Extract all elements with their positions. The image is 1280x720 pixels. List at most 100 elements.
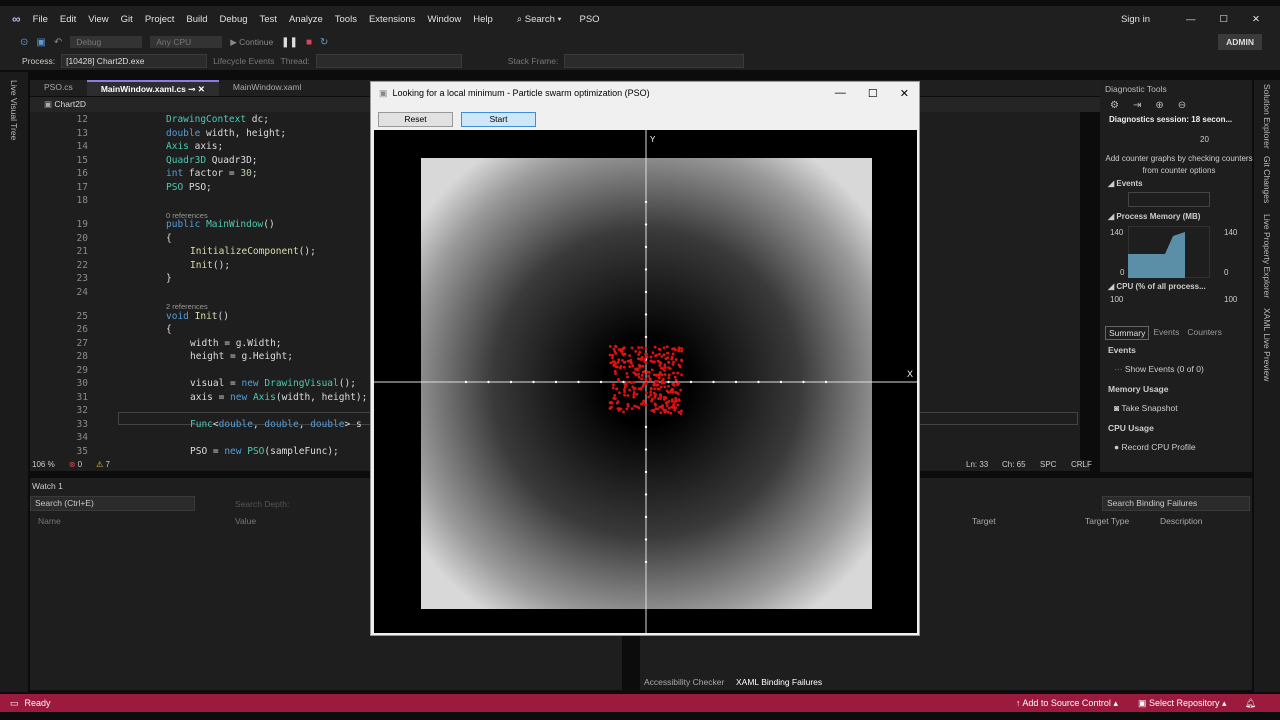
menu-view[interactable]: View (88, 14, 108, 25)
menu-window[interactable]: Window (427, 14, 461, 25)
platform-dropdown[interactable]: Any CPU (150, 36, 223, 48)
mem-max-right: 140 (1224, 228, 1238, 237)
show-events-link[interactable]: ⋯ Show Events (0 of 0) (1114, 364, 1204, 375)
line-ending[interactable]: CRLF (1071, 460, 1092, 469)
particle (659, 394, 662, 398)
tab-mainwindow-xaml[interactable]: MainWindow.xaml (219, 80, 316, 96)
events-section[interactable]: ◢ Events (1108, 179, 1143, 188)
stop-icon[interactable]: ■ (306, 37, 312, 48)
live-visual-tree-tab[interactable]: Live Visual Tree (9, 80, 19, 140)
code-token: double (218, 418, 253, 430)
close-button[interactable]: ✕ (1252, 14, 1260, 25)
particle (680, 347, 684, 350)
particle (653, 402, 657, 406)
git-changes-tab[interactable]: Git Changes (1262, 156, 1272, 203)
tab-events[interactable]: Events (1149, 326, 1183, 340)
tab-accessibility-checker[interactable]: Accessibility Checker (644, 677, 724, 687)
restart-icon[interactable]: ↻ (320, 37, 328, 48)
x-tick (802, 380, 805, 384)
particle (649, 355, 653, 359)
y-tick (644, 335, 648, 339)
column-number[interactable]: Ch: 65 (1002, 460, 1026, 469)
cpu-label: CPU (% of all process... (1116, 282, 1206, 291)
search-label: Search (524, 13, 555, 25)
menu-file[interactable]: File (33, 14, 48, 25)
pause-icon[interactable]: ❚❚ (281, 37, 298, 48)
col-description: Description (1160, 516, 1203, 526)
menu-debug[interactable]: Debug (220, 14, 248, 25)
pso-maximize-button[interactable]: ☐ (868, 87, 878, 100)
tab-summary[interactable]: Summary (1105, 326, 1150, 340)
config-dropdown[interactable]: Debug (70, 36, 143, 48)
close-tab-icon[interactable]: ✕ (198, 84, 205, 94)
menu-project[interactable]: Project (145, 14, 175, 25)
menu-test[interactable]: Test (260, 14, 277, 25)
particle (642, 370, 646, 373)
line-number[interactable]: Ln: 33 (966, 460, 988, 469)
particle (662, 353, 666, 357)
code-token: } (166, 273, 172, 284)
menu-analyze[interactable]: Analyze (289, 14, 323, 25)
back-icon[interactable]: ⊙ (20, 37, 28, 48)
particle (649, 390, 653, 394)
zoom-level[interactable]: 106 % (32, 460, 55, 471)
menu-build[interactable]: Build (186, 14, 207, 25)
particle (650, 409, 654, 413)
whitespace-mode[interactable]: SPC (1040, 460, 1056, 469)
minimize-button[interactable]: — (1186, 14, 1196, 25)
code-text: void Init() (166, 311, 229, 322)
errors-count[interactable]: ⊗ 0 (69, 460, 82, 471)
record-cpu-button[interactable]: ● Record CPU Profile (1114, 442, 1196, 452)
tab-mainwindow-xaml-cs[interactable]: MainWindow.xaml.cs ⊸ ✕ (86, 80, 219, 96)
lifecycle-events[interactable]: Lifecycle Events (213, 56, 274, 66)
menu-help[interactable]: Help (473, 14, 493, 25)
stack-frame-dropdown[interactable] (564, 54, 745, 68)
menu-git[interactable]: Git (121, 14, 133, 25)
settings-icon[interactable]: ⚙ (1110, 100, 1119, 111)
pso-close-button[interactable]: ✕ (900, 87, 909, 100)
code-token: 30 (240, 168, 252, 179)
project-icon: ▣ (44, 99, 55, 109)
maximize-button[interactable]: ☐ (1220, 14, 1229, 25)
pin-icon[interactable]: ⊸ (188, 84, 195, 94)
tab-counters[interactable]: Counters (1183, 326, 1226, 340)
cpu-section[interactable]: ◢ CPU (% of all process... (1108, 282, 1206, 291)
undo-icon[interactable]: ↶ (54, 37, 62, 48)
zoom-out-icon[interactable]: ⊖ (1178, 100, 1186, 111)
sign-in-link[interactable]: Sign in (1121, 14, 1150, 25)
line-number: 33 (76, 418, 88, 430)
continue-button[interactable]: ▶ Continue (230, 37, 273, 48)
binding-search-input[interactable]: Search Binding Failures (1102, 496, 1250, 511)
save-icon[interactable]: ▣ (36, 37, 45, 48)
particle (642, 382, 646, 386)
process-dropdown[interactable]: [10428] Chart2D.exe (61, 54, 208, 68)
search-button[interactable]: ⌕ Search ▾ (517, 14, 562, 25)
menu-edit[interactable]: Edit (60, 14, 76, 25)
xaml-live-preview-tab[interactable]: XAML Live Preview (1262, 308, 1272, 381)
take-snapshot-button[interactable]: ◙ Take Snapshot (1114, 403, 1178, 413)
menu-tools[interactable]: Tools (335, 14, 357, 25)
tab-pso-cs[interactable]: PSO.cs (30, 80, 87, 96)
code-text: double width, height; (166, 128, 286, 139)
tab-xaml-binding-failures[interactable]: XAML Binding Failures (736, 677, 822, 687)
add-to-source-control[interactable]: ↑ Add to Source Control ▴ (1016, 698, 1118, 709)
particle (680, 409, 683, 413)
particle (656, 359, 660, 363)
watch-search-input[interactable]: Search (Ctrl+E) (30, 496, 195, 511)
pso-minimize-button[interactable]: — (835, 87, 846, 99)
select-tools-icon[interactable]: ⇥ (1133, 100, 1141, 111)
particle (677, 410, 681, 414)
particle (618, 391, 621, 395)
select-repository[interactable]: ▣ Select Repository ▴ (1138, 698, 1227, 709)
solution-explorer-tab[interactable]: Solution Explorer (1262, 84, 1272, 149)
zoom-in-icon[interactable]: ⊕ (1155, 100, 1163, 111)
particle (628, 354, 631, 357)
menu-extensions[interactable]: Extensions (369, 14, 415, 25)
warnings-count[interactable]: ⚠ 7 (96, 460, 110, 471)
start-button[interactable]: Start (461, 112, 536, 127)
notifications-icon[interactable]: 🔔︎ (1245, 698, 1256, 709)
reset-button[interactable]: Reset (378, 112, 453, 127)
memory-section[interactable]: ◢ Process Memory (MB) (1108, 212, 1200, 221)
thread-dropdown[interactable] (315, 54, 462, 68)
live-property-explorer-tab[interactable]: Live Property Explorer (1262, 214, 1272, 298)
